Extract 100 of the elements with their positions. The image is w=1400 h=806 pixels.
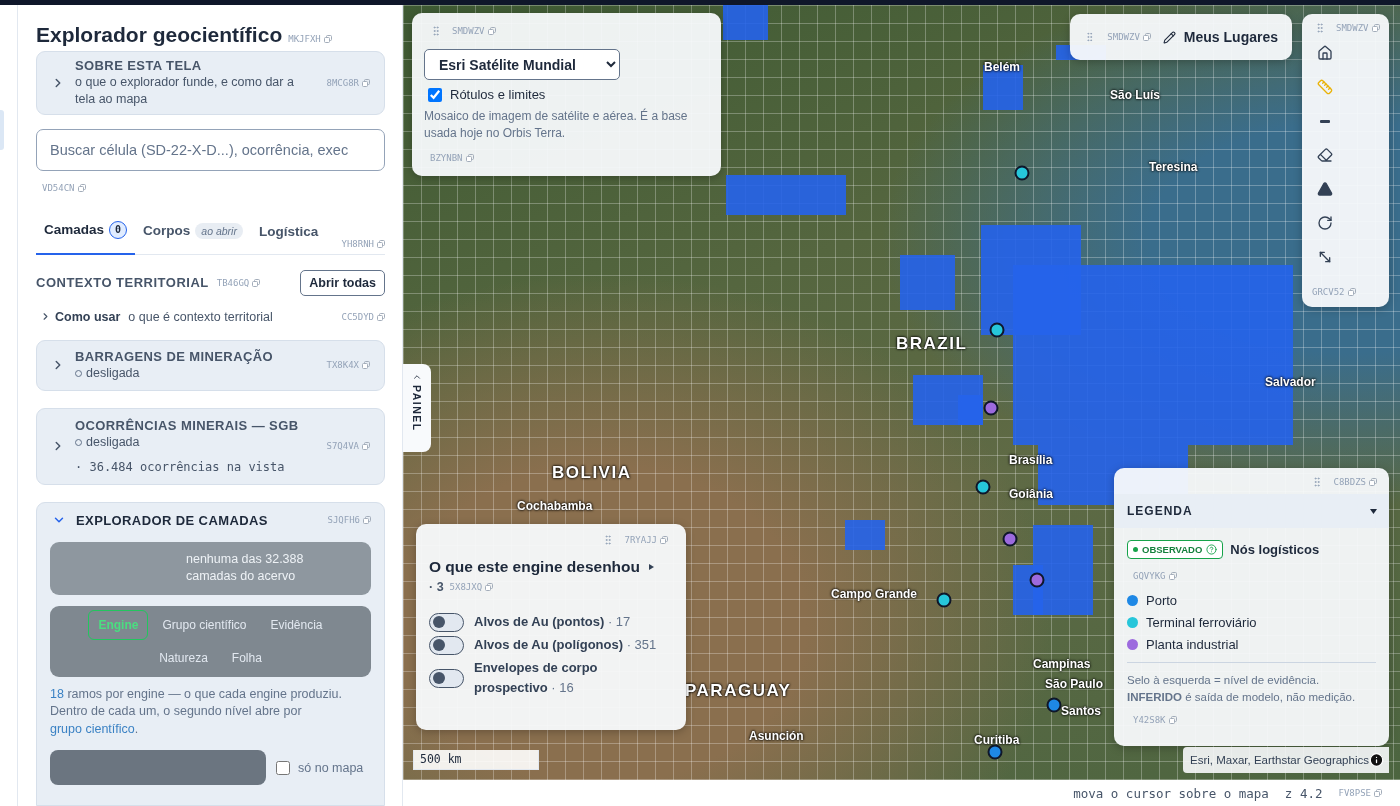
copy-icon[interactable] <box>487 27 496 35</box>
copy-icon[interactable] <box>1142 33 1151 41</box>
copy-icon[interactable] <box>362 441 370 450</box>
layer-label: Envelopes de corpo prospectivo · 16 <box>474 658 599 698</box>
reference-code: SMDWZV <box>452 26 485 36</box>
home-icon <box>1317 45 1333 61</box>
copy-icon[interactable] <box>362 361 370 370</box>
map-marker[interactable] <box>975 479 991 495</box>
eraser-icon <box>1317 147 1333 163</box>
basemap-select[interactable]: Esri Satélite Mundial <box>424 49 620 80</box>
layer-status: desligada <box>86 433 140 451</box>
how-to-link[interactable]: Como usar <box>55 309 121 324</box>
layer-toggle[interactable] <box>429 668 464 688</box>
card-subtitle: o que o explorador funde, e como dar a tela ao mapa <box>75 74 295 108</box>
drag-handle-icon[interactable] <box>1314 22 1326 34</box>
map-marker[interactable] <box>936 592 952 608</box>
reference-code: VD54CN <box>42 182 75 193</box>
filter-field[interactable] <box>50 750 266 785</box>
copy-icon[interactable] <box>252 278 261 287</box>
note-link[interactable]: grupo científico <box>50 721 135 736</box>
explorer-note: 18 ramos por engine — o que cada engine produziu. Dentro de cada um, o segundo nível abre por grupo científico. <box>50 685 343 738</box>
card-title: SOBRE ESTA TELA <box>75 58 203 73</box>
map-marker[interactable] <box>1014 165 1030 181</box>
drag-handle-icon[interactable] <box>430 25 442 37</box>
card-title: BARRAGENS DE MINERAÇÃO <box>75 348 275 364</box>
layer-count: · 3 <box>429 580 444 594</box>
legend-group-title: Nós logísticos <box>1230 542 1320 557</box>
legend-label: Planta industrial <box>1146 637 1239 652</box>
copy-icon[interactable] <box>1374 789 1382 797</box>
copy-icon[interactable] <box>1371 24 1380 32</box>
reference-code: TB46GQ <box>216 277 250 288</box>
map-marker[interactable] <box>1046 697 1062 713</box>
triangle-icon <box>1317 181 1333 197</box>
layer-toggle[interactable] <box>429 612 464 632</box>
copy-icon[interactable] <box>1168 572 1177 580</box>
summary-text: nenhuma das 32.388 camadas do acervo <box>186 550 305 585</box>
resize-icon <box>1317 249 1333 265</box>
reference-code: S7Q4VA <box>326 440 359 451</box>
map-marker[interactable] <box>987 744 1003 760</box>
reference-code: Y42S8K <box>1133 714 1166 725</box>
city-label: São Luís <box>1110 88 1160 102</box>
tab[interactable]: Camadas 0 <box>36 220 136 255</box>
only-map-checkbox-label[interactable]: só no mapa <box>276 760 364 775</box>
layer-label: Alvos de Au (polígonos) · 351 <box>474 635 657 654</box>
map-marker[interactable] <box>983 400 999 416</box>
panel-tab[interactable]: PAINEL <box>403 364 431 452</box>
checkbox[interactable] <box>428 87 442 102</box>
zoom-level: z 4.2 <box>1284 785 1323 801</box>
cursor-hint: mova o cursor sobre o mapa <box>1073 785 1269 801</box>
copy-icon[interactable] <box>363 516 371 524</box>
scale-bar: 500 km <box>413 750 539 770</box>
note-link[interactable]: 18 <box>50 686 64 701</box>
about-card[interactable]: SOBRE ESTA TELA o que o explorador funde, e como dar a tela ao mapa 8MCG8R <box>36 51 385 115</box>
copy-icon[interactable] <box>660 536 668 544</box>
ruler-icon <box>1317 79 1333 95</box>
reference-code: GQVYKG <box>1133 571 1166 581</box>
city-label: Santos <box>1061 704 1101 718</box>
evidence-badge[interactable]: OBSERVADO <box>1127 540 1224 559</box>
copy-icon[interactable] <box>1168 715 1177 724</box>
city-label: Curitiba <box>974 733 1020 747</box>
layer-toggle[interactable] <box>429 635 464 655</box>
copy-icon[interactable] <box>377 312 385 321</box>
reference-code: MKJFXH <box>288 34 321 44</box>
info-icon[interactable] <box>1368 752 1384 768</box>
reference-code: BZYNBN <box>430 152 463 163</box>
copy-icon[interactable] <box>377 239 385 248</box>
layer-label: Alvos de Au (pontos) · 17 <box>474 613 631 631</box>
copy-icon[interactable] <box>77 183 86 192</box>
city-label: Asunción <box>749 729 804 743</box>
reference-code: FV8PSE <box>1338 788 1371 798</box>
help-icon <box>1206 544 1218 555</box>
panel-title: O que este engine desenhou <box>429 558 640 576</box>
map-marker[interactable] <box>1002 531 1018 547</box>
checkbox[interactable] <box>276 760 290 775</box>
chevron-icon <box>412 372 422 382</box>
copy-icon[interactable] <box>1369 478 1377 486</box>
attribution-text: Esri, Maxar, Earthstar Geographics <box>1190 754 1369 766</box>
my-places-button[interactable]: Meus Lugares <box>1162 29 1278 45</box>
search-field[interactable]: Buscar célula (SD-22-X-D...), ocorrência, exec <box>36 128 385 171</box>
caret-icon[interactable] <box>649 564 654 570</box>
layer-card[interactable]: BARRAGENS DE MINERAÇÃO desligada TX8K4X <box>36 339 385 391</box>
open-all-button[interactable]: Abrir todas <box>300 269 385 296</box>
section-title: CONTEXTO TERRITORIAL <box>36 275 209 291</box>
copy-icon[interactable] <box>1347 288 1356 296</box>
layer-card[interactable]: OCORRÊNCIAS MINERAIS — SGB desligada · 36.484 ocorrências na vista S7Q4VA <box>36 407 385 485</box>
copy-icon[interactable] <box>362 78 370 87</box>
tab[interactable]: Logística <box>250 223 327 255</box>
labels-checkbox-label[interactable]: Rótulos e limites <box>424 87 709 102</box>
reference-code: GRCV52 <box>1312 287 1345 297</box>
minus-icon <box>1320 119 1330 123</box>
copy-icon[interactable] <box>323 35 332 43</box>
copy-icon[interactable] <box>485 583 494 591</box>
city-label: Salvador <box>1265 375 1316 389</box>
tab[interactable]: Corpos ao abrir <box>135 222 251 255</box>
rotate-icon <box>1317 215 1333 231</box>
city-label: Campinas <box>1033 657 1091 671</box>
country-label: BOLIVIA <box>552 463 632 483</box>
copy-icon[interactable] <box>465 153 474 162</box>
city-label: Teresina <box>1149 160 1198 174</box>
caret-icon[interactable] <box>1370 508 1377 514</box>
